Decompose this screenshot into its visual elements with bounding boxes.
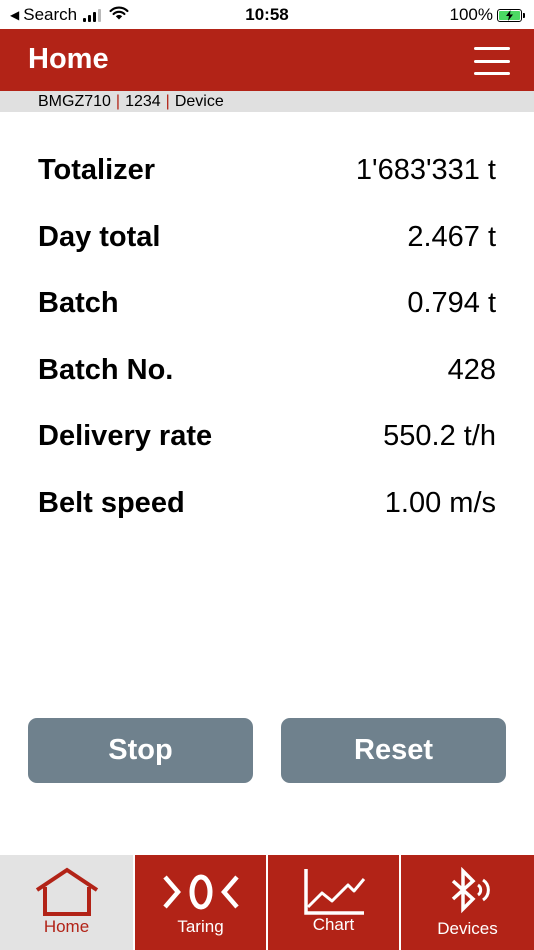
- measurement-row-batch-no: Batch No. 428: [38, 352, 496, 419]
- bluetooth-icon: [401, 867, 534, 917]
- device-bar: BMGZ710 | 1234 | Device: [0, 91, 534, 112]
- measurement-value: 550.2 t/h: [383, 420, 496, 453]
- measurement-label: Totalizer: [38, 154, 156, 186]
- chart-icon: [268, 867, 399, 917]
- tab-chart[interactable]: Chart: [266, 855, 399, 950]
- tab-label: Devices: [437, 919, 498, 938]
- measurement-value: 1.00 m/s: [384, 486, 496, 519]
- device-name: Device: [174, 93, 224, 110]
- hamburger-menu-icon[interactable]: [474, 47, 510, 75]
- app-header: Home: [0, 29, 534, 91]
- measurement-row-belt-speed: Belt speed 1.00 m/s: [38, 485, 496, 552]
- page-title: Home: [28, 43, 109, 75]
- reset-button[interactable]: Reset: [281, 718, 506, 783]
- measurement-row-delivery-rate: Delivery rate 550.2 t/h: [38, 418, 496, 485]
- measurement-label: Delivery rate: [38, 420, 213, 453]
- separator: |: [115, 93, 121, 110]
- measurement-value: 0.794 t: [407, 287, 496, 320]
- device-id: 1234: [125, 93, 161, 110]
- separator: |: [165, 93, 170, 110]
- device-model: BMGZ710: [38, 93, 111, 110]
- measurement-row-batch: Batch 0.794 t: [38, 285, 496, 352]
- battery-percent: 100%: [449, 5, 493, 24]
- measurement-label: Batch: [38, 287, 119, 320]
- measurement-row-day-total: Day total 2.467 t: [38, 219, 496, 286]
- tab-label: Taring: [177, 917, 224, 936]
- tab-label: Home: [43, 917, 90, 936]
- tab-home[interactable]: Home: [0, 855, 133, 950]
- measurement-label: Day total: [38, 220, 161, 253]
- tab-taring[interactable]: Taring: [133, 855, 266, 950]
- measurement-value: 1'683'331 t: [355, 154, 496, 186]
- measurement-row-totalizer: Totalizer 1'683'331 t: [38, 152, 496, 219]
- status-battery: 100%: [449, 5, 525, 25]
- measurement-list: Totalizer 1'683'331 t Day total 2.467 t …: [38, 152, 496, 552]
- status-bar: ◀ Search 10:58 100%: [0, 0, 534, 29]
- tab-devices[interactable]: Devices: [399, 855, 534, 950]
- battery-charging-icon: [497, 8, 525, 22]
- measurement-label: Belt speed: [38, 486, 185, 519]
- tab-bar: Home Taring Chart Devices: [0, 855, 534, 950]
- home-icon: [0, 867, 133, 917]
- measurement-value: 2.467 t: [407, 220, 496, 253]
- measurement-value: 428: [447, 353, 496, 386]
- tab-label: Chart: [312, 915, 355, 934]
- measurement-label: Batch No.: [38, 353, 174, 386]
- taring-icon: [135, 872, 266, 912]
- stop-button[interactable]: Stop: [28, 718, 253, 783]
